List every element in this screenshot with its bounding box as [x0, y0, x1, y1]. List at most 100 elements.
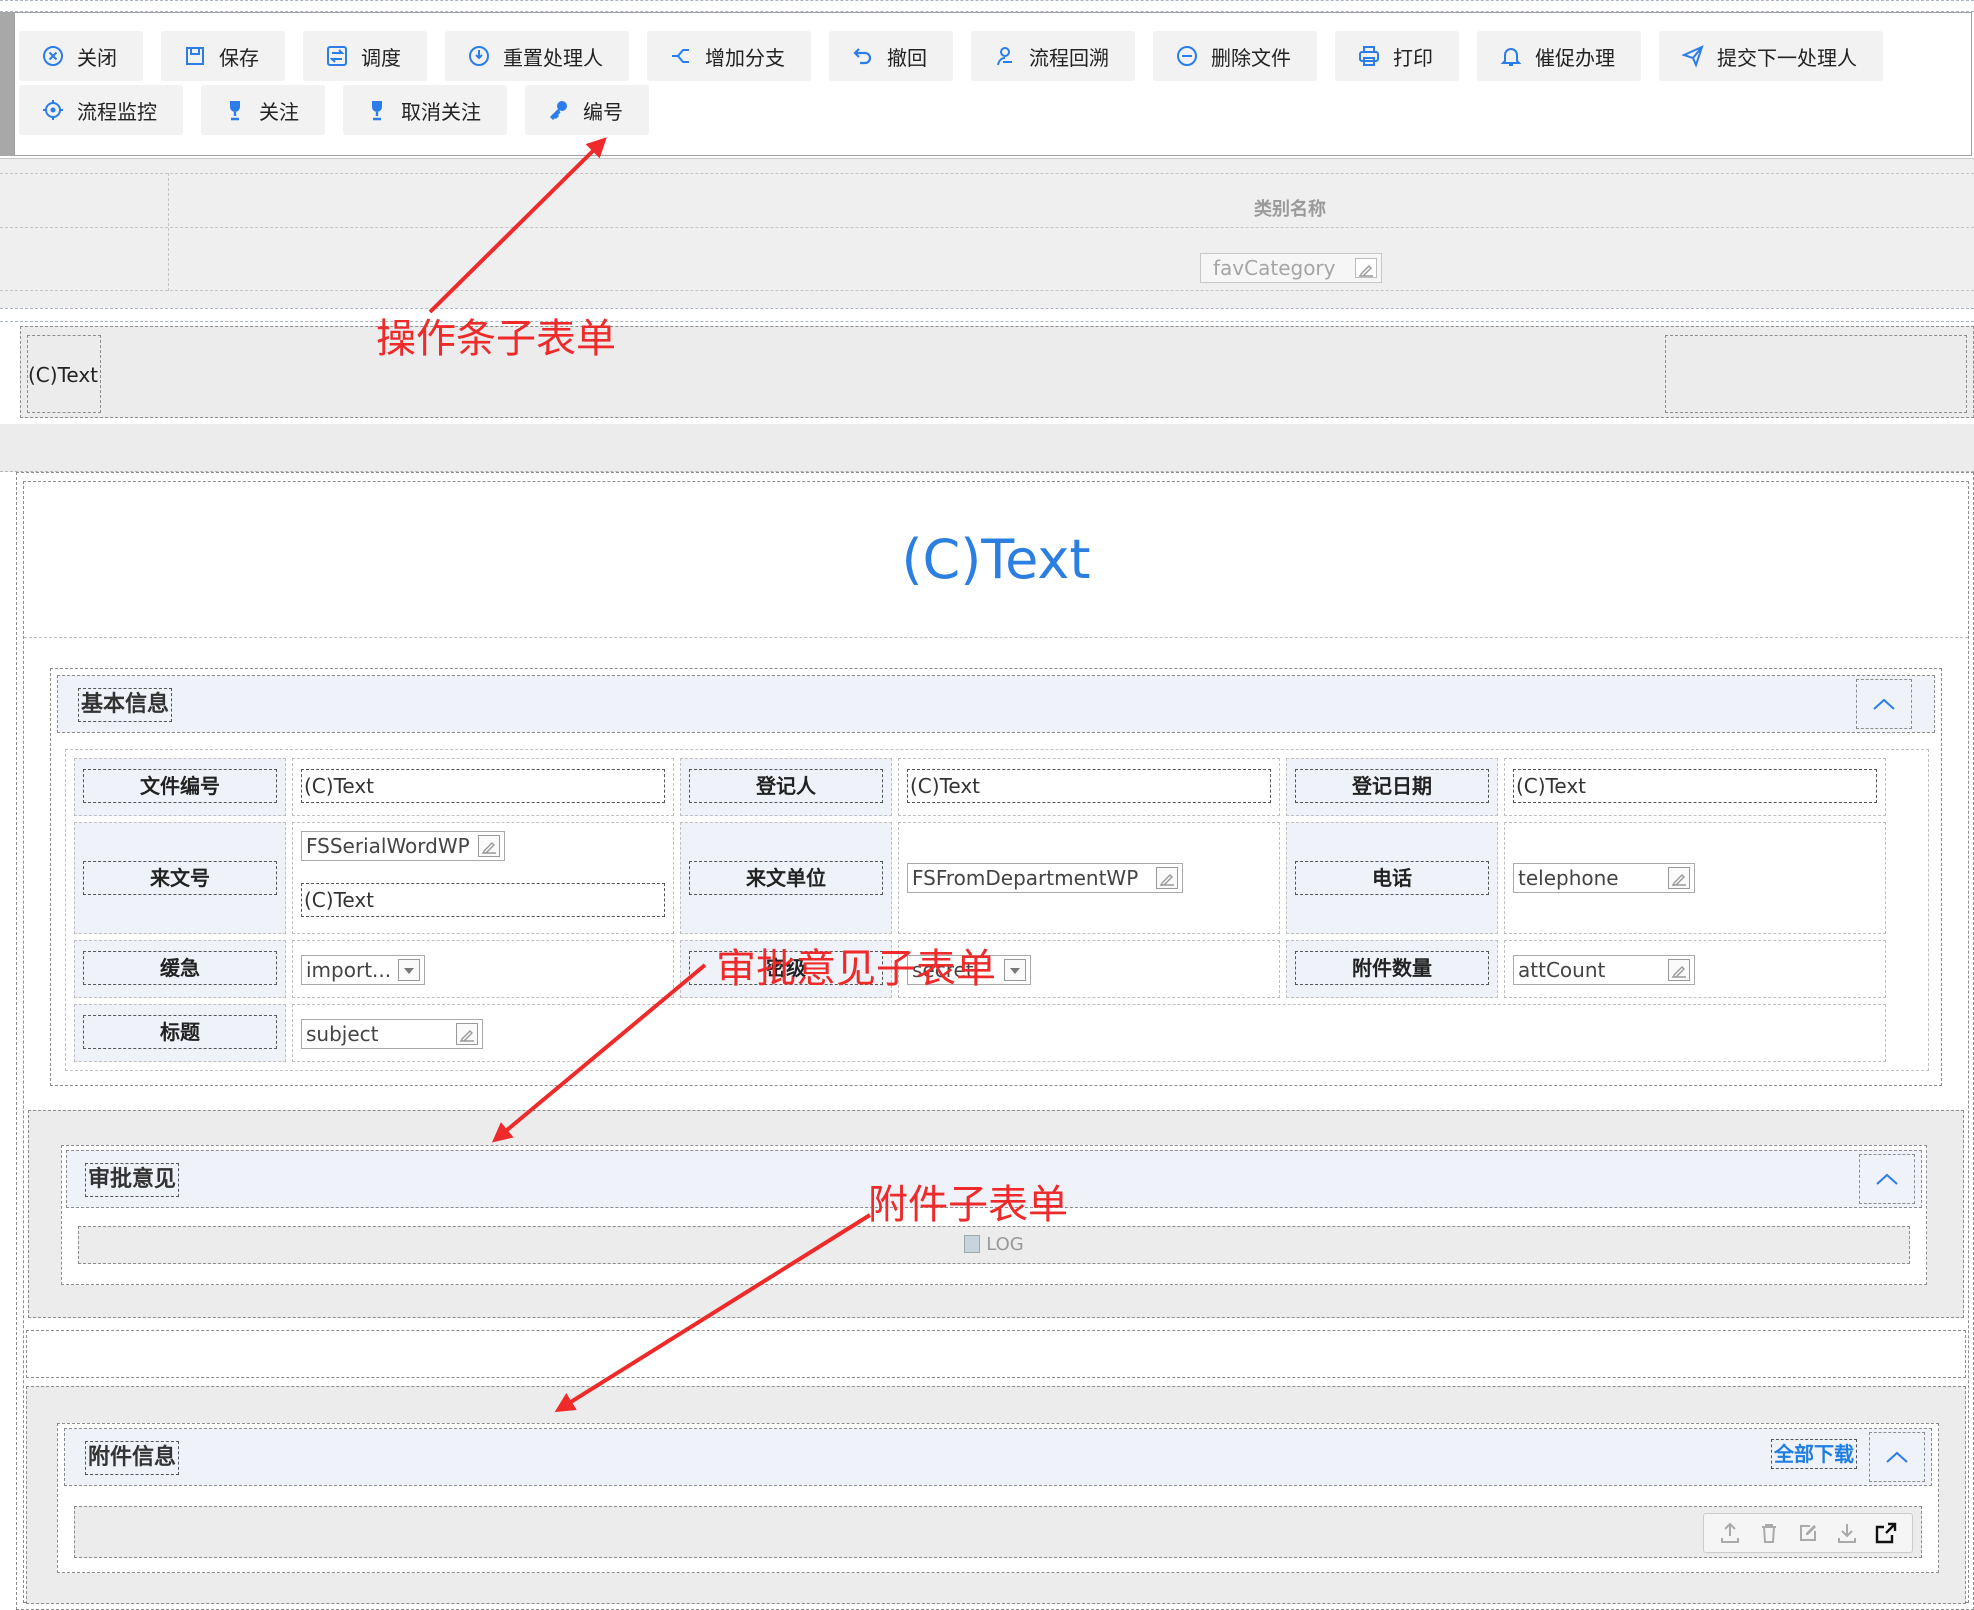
save-icon [183, 44, 207, 68]
serial-word-value: FSSerialWordWP [306, 834, 470, 858]
toolbar-button-label: 关闭 [77, 45, 117, 70]
attachment-list [74, 1506, 1922, 1558]
edit-icon[interactable] [456, 1023, 478, 1045]
att-count-field[interactable]: attCount [1513, 955, 1695, 985]
urgency-value: import... [306, 958, 392, 982]
chevron-up-icon [1876, 1173, 1898, 1185]
annotation-attachment-subform: 附件子表单 [868, 1182, 1068, 1228]
bell-icon [1499, 44, 1523, 68]
toolbar-button-trace[interactable]: 流程回溯 [971, 31, 1135, 81]
edit-icon[interactable] [1668, 867, 1690, 889]
basic-info-title: 基本信息 [78, 688, 173, 722]
toolbar-button-trophy[interactable]: 关注 [201, 85, 325, 135]
doc-number-label-cell: 文件编号 [74, 758, 286, 816]
category-band: 类别名称 favCategory [0, 158, 1974, 308]
toolbar-button-trophy[interactable]: 取消关注 [343, 85, 507, 135]
toolbar-button-close-circle[interactable]: 关闭 [19, 31, 143, 81]
attachment-toolbar [1703, 1513, 1913, 1553]
urgency-cell: import... [292, 940, 674, 998]
strip-empty-cell [1665, 335, 1967, 413]
undo-icon [851, 44, 875, 68]
reg-date-label-cell: 登记日期 [1286, 758, 1498, 816]
chevron-up-icon [1873, 698, 1895, 710]
toolbar-left-bar [0, 12, 14, 156]
toolbar-region: 关闭 保存 调度 重置处理人 增加分支 撤回 流程回溯 删除文件 打印 催促办理 提交下一处理人 流… [0, 0, 1974, 158]
toolbar-button-label: 调度 [361, 45, 401, 70]
close-circle-icon [41, 44, 65, 68]
category-name-header: 类别名称 [1254, 199, 1326, 220]
subject-label: 标题 [83, 1015, 277, 1049]
upload-icon[interactable] [1716, 1519, 1744, 1547]
attachment-collapse-button[interactable] [1869, 1432, 1925, 1482]
toolbar-button-label: 打印 [1393, 45, 1433, 70]
toolbar-button-dispatch[interactable]: 调度 [303, 31, 427, 81]
registrant-label-cell: 登记人 [680, 758, 892, 816]
download-all-button[interactable]: 全部下载 [1771, 1439, 1857, 1469]
toolbar-button-minus-circle[interactable]: 删除文件 [1153, 31, 1317, 81]
incoming-no-cell: FSSerialWordWP (C)Text [292, 822, 674, 934]
toolbar-button-branch[interactable]: 增加分支 [647, 31, 811, 81]
edit-icon[interactable] [1355, 258, 1377, 278]
from-dept-field[interactable]: FSFromDepartmentWP [907, 863, 1183, 893]
basic-info-header: 基本信息 [57, 675, 1935, 733]
toolbar-button-undo[interactable]: 撤回 [829, 31, 953, 81]
toolbar-button-key[interactable]: 编号 [525, 85, 649, 135]
dropdown-icon[interactable] [1004, 959, 1026, 981]
toolbar-button-monitor[interactable]: 流程监控 [19, 85, 183, 135]
from-dept-value: FSFromDepartmentWP [912, 866, 1139, 890]
basic-info-section: 基本信息 文件编号 (C)Text 登记人 (C)Text 登记日期 (C)Te… [50, 668, 1942, 1086]
strip-text: (C)Text [27, 335, 101, 413]
delete-icon[interactable] [1755, 1519, 1783, 1547]
toolbar-button-print[interactable]: 打印 [1335, 31, 1459, 81]
fav-category-field[interactable]: favCategory [1200, 253, 1382, 283]
main-form: (C)Text 基本信息 文件编号 (C)Text 登记人 (C)Text 登记… [16, 472, 1974, 1610]
open-external-icon[interactable] [1872, 1519, 1900, 1547]
telephone-field[interactable]: telephone [1513, 863, 1695, 893]
incoming-no-label: 来文号 [83, 861, 277, 895]
send-icon [1681, 44, 1705, 68]
toolbar-button-label: 流程回溯 [1029, 45, 1109, 70]
edit-icon[interactable] [1794, 1519, 1822, 1547]
form-title: (C)Text [24, 482, 1968, 638]
serial-word-field[interactable]: FSSerialWordWP [301, 831, 505, 861]
monitor-icon [41, 98, 65, 122]
edit-icon[interactable] [1156, 867, 1178, 889]
attachment-section: 附件信息 全部下载 [57, 1423, 1939, 1573]
registrant-text: (C)Text [907, 769, 1271, 803]
approval-title: 审批意见 [85, 1163, 180, 1197]
trace-icon [993, 44, 1017, 68]
annotation-approval-subform: 审批意见子表单 [716, 946, 996, 992]
doc-number-text: (C)Text [301, 769, 665, 803]
band-divider [0, 308, 1974, 322]
toolbar-button-label: 流程监控 [77, 99, 157, 124]
reg-date-label: 登记日期 [1295, 769, 1489, 803]
toolbar-button-reset-handler[interactable]: 重置处理人 [445, 31, 629, 81]
approval-collapse-button[interactable] [1859, 1154, 1915, 1204]
toolbar-button-label: 重置处理人 [503, 45, 603, 70]
basic-info-collapse-button[interactable] [1856, 679, 1912, 729]
att-count-label: 附件数量 [1295, 951, 1489, 985]
edit-icon[interactable] [478, 835, 500, 857]
trophy-icon [223, 98, 247, 122]
dropdown-icon[interactable] [398, 959, 420, 981]
urgency-select[interactable]: import... [301, 955, 425, 985]
toolbar-button-bell[interactable]: 催促办理 [1477, 31, 1641, 81]
download-icon[interactable] [1833, 1519, 1861, 1547]
edit-icon[interactable] [1668, 959, 1690, 981]
telephone-value: telephone [1518, 866, 1619, 890]
main-form-inner: (C)Text 基本信息 文件编号 (C)Text 登记人 (C)Text 登记… [23, 481, 1969, 1604]
toolbar-button-label: 催促办理 [1535, 45, 1615, 70]
subject-field[interactable]: subject [301, 1019, 483, 1049]
from-dept-cell: FSFromDepartmentWP [898, 822, 1280, 934]
toolbar-button-label: 保存 [219, 45, 259, 70]
log-icon [964, 1235, 981, 1253]
incoming-no-text: (C)Text [301, 883, 665, 917]
annotation-toolbar-subform: 操作条子表单 [376, 316, 616, 362]
toolbar-button-send[interactable]: 提交下一处理人 [1659, 31, 1883, 81]
branch-icon [669, 44, 693, 68]
category-table: 类别名称 favCategory [0, 173, 1974, 291]
fav-category-value: favCategory [1213, 256, 1336, 280]
reset-handler-icon [467, 44, 491, 68]
toolbar-button-save[interactable]: 保存 [161, 31, 285, 81]
attachment-header: 附件信息 全部下载 [64, 1428, 1932, 1486]
